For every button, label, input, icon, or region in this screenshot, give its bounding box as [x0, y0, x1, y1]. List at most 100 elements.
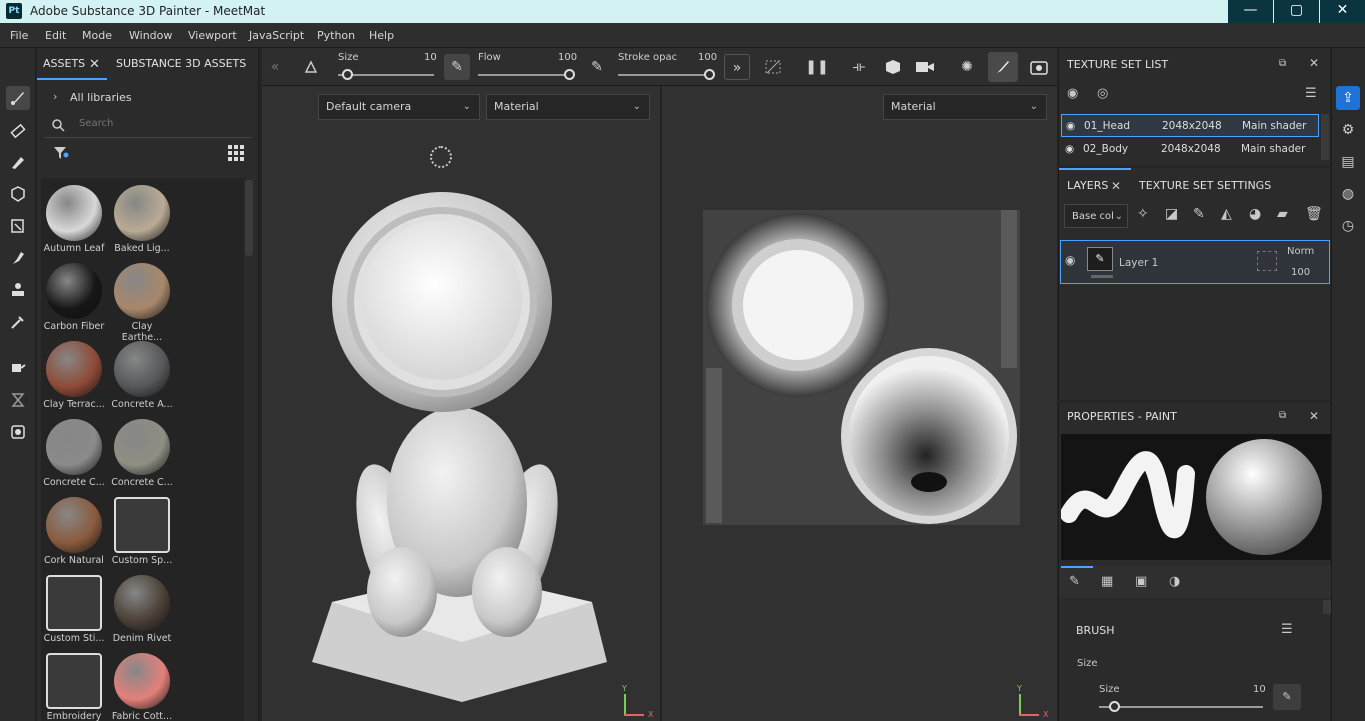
mask-slot[interactable]: [1257, 251, 1277, 271]
undock-icon[interactable]: ⧉: [1279, 410, 1286, 421]
menu-file[interactable]: File: [10, 29, 28, 42]
asset-item[interactable]: Carbon Fiber: [43, 263, 105, 332]
close-icon[interactable]: ✕: [1111, 179, 1121, 193]
color-picker-icon[interactable]: [6, 310, 30, 334]
eye-icon[interactable]: ◉: [1066, 115, 1075, 138]
paint-brush-icon[interactable]: [6, 86, 30, 110]
flow-value[interactable]: 100: [558, 52, 577, 63]
document-icon[interactable]: ▤: [1336, 150, 1360, 174]
menu-icon[interactable]: ☰: [1305, 86, 1317, 101]
menu-javascript[interactable]: JavaScript: [249, 29, 304, 42]
blend-mode[interactable]: Norm: [1287, 246, 1314, 257]
add-mask-icon[interactable]: ◕: [1249, 206, 1261, 222]
texture-set-row[interactable]: ◉ 02_Body 2048x2048 Main shader: [1061, 138, 1319, 161]
clone-icon[interactable]: [6, 278, 30, 302]
pause-icon[interactable]: ❚❚: [804, 54, 830, 80]
material-mode-dropdown-3d[interactable]: Material ⌄: [486, 94, 650, 120]
tab-stencil-icon[interactable]: ▣: [1135, 574, 1147, 589]
stroke-opacity-slider[interactable]: [618, 74, 710, 76]
asset-item[interactable]: Cork Natural: [43, 497, 105, 566]
polygon-fill-icon[interactable]: [6, 214, 30, 238]
menu-python[interactable]: Python: [317, 29, 355, 42]
close-window-button[interactable]: ✕: [1320, 0, 1365, 23]
expand-toolbar-icon[interactable]: »: [724, 54, 750, 80]
asset-item[interactable]: Baked Lig...: [111, 185, 173, 254]
eye-icon[interactable]: ◎: [1097, 86, 1108, 101]
geometry-mask-icon[interactable]: [6, 182, 30, 206]
viewport-3d[interactable]: Default camera ⌄ Material ⌄ Y X: [262, 86, 660, 721]
menu-edit[interactable]: Edit: [45, 29, 66, 42]
eye-icon[interactable]: ◉: [1065, 253, 1075, 267]
viewport-2d[interactable]: Material ⌄ Y X: [662, 86, 1057, 721]
settings-icon[interactable]: ⚙: [1336, 118, 1360, 142]
asset-item[interactable]: Custom Sti...: [43, 575, 105, 644]
eye-icon[interactable]: ◉: [1065, 138, 1074, 161]
search-field[interactable]: [45, 114, 251, 138]
scrollbar[interactable]: [1323, 600, 1331, 614]
eraser-icon[interactable]: [6, 118, 30, 142]
layer-icon[interactable]: [6, 420, 30, 444]
tab-material-icon[interactable]: ◑: [1169, 574, 1180, 589]
flow-slider[interactable]: [478, 74, 570, 76]
menu-viewport[interactable]: Viewport: [188, 29, 237, 42]
menu-mode[interactable]: Mode: [82, 29, 112, 42]
minimize-button[interactable]: —: [1228, 0, 1273, 23]
asset-item[interactable]: Clay Terrac...: [43, 341, 105, 410]
tab-alpha-icon[interactable]: ▦: [1101, 574, 1113, 589]
layer-opacity[interactable]: 100: [1291, 267, 1310, 278]
size-value[interactable]: 10: [424, 52, 437, 63]
projection-icon[interactable]: [6, 150, 30, 174]
screenshot-icon[interactable]: [1026, 54, 1052, 80]
close-icon[interactable]: ✕: [1309, 56, 1319, 70]
material-picker-icon[interactable]: [6, 356, 30, 380]
filter-icon[interactable]: [53, 145, 69, 161]
tab-texture-set-settings[interactable]: TEXTURE SET SETTINGS: [1131, 171, 1271, 201]
brush-section-title[interactable]: BRUSH: [1076, 624, 1115, 637]
layer-thumbnail-brush-icon[interactable]: ✎: [1087, 247, 1113, 271]
texture-set-shader[interactable]: Main shader: [1242, 115, 1306, 138]
stroke-opacity-value[interactable]: 100: [698, 52, 717, 63]
brush-size-slider-handle[interactable]: [1109, 701, 1121, 712]
flow-pressure-icon[interactable]: ✎: [584, 54, 610, 80]
tab-substance-assets[interactable]: SUBSTANCE 3D ASSETS: [116, 48, 246, 80]
visibility-toggle-icon[interactable]: ◉: [1067, 86, 1078, 101]
size-value[interactable]: 10: [1253, 684, 1266, 695]
asset-item[interactable]: Fabric Cott...: [111, 653, 173, 721]
history-icon[interactable]: ◷: [1336, 214, 1360, 238]
bake-icon[interactable]: [6, 388, 30, 412]
size-slider-handle[interactable]: [341, 69, 353, 80]
painting-mode-icon[interactable]: [988, 52, 1018, 82]
add-smart-material-icon[interactable]: ◪: [1165, 206, 1178, 222]
asset-item[interactable]: Custom Sp...: [111, 497, 173, 566]
asset-item[interactable]: Denim Rivet: [111, 575, 173, 644]
asset-item[interactable]: Concrete A...: [111, 341, 173, 410]
menu-window[interactable]: Window: [129, 29, 172, 42]
pen-pressure-icon[interactable]: ✎: [1273, 684, 1301, 710]
preset-menu-icon[interactable]: ☰: [1281, 622, 1293, 637]
add-paint-layer-icon[interactable]: ✎: [1193, 206, 1205, 222]
flow-slider-handle[interactable]: [564, 69, 575, 80]
asset-item[interactable]: Embroidery: [43, 653, 105, 721]
symmetry-icon[interactable]: ⟛: [846, 54, 872, 80]
add-fill-layer-icon[interactable]: ◭: [1221, 206, 1232, 222]
grid-view-icon[interactable]: [227, 144, 245, 162]
asset-item[interactable]: Autumn Leaf: [43, 185, 105, 254]
hide-ui-icon[interactable]: [760, 54, 786, 80]
scrollbar[interactable]: [1321, 114, 1329, 160]
tab-assets[interactable]: ASSETS: [43, 48, 85, 80]
display-mode-icon[interactable]: [880, 54, 906, 80]
breadcrumb[interactable]: All libraries: [70, 91, 132, 104]
chevron-right-icon[interactable]: ›: [53, 90, 57, 103]
camera-dropdown[interactable]: Default camera ⌄: [318, 94, 480, 120]
close-icon[interactable]: ✕: [1309, 409, 1319, 423]
stroke-opacity-slider-handle[interactable]: [704, 69, 715, 80]
brush-size-slider[interactable]: [1099, 706, 1263, 708]
brush-preset-icon[interactable]: [298, 54, 324, 80]
asset-item[interactable]: Concrete C...: [43, 419, 105, 488]
export-icon[interactable]: ⇪: [1336, 86, 1360, 110]
texture-set-shader[interactable]: Main shader: [1241, 138, 1305, 161]
delete-layer-icon[interactable]: 🗑: [1305, 206, 1323, 222]
layer-row[interactable]: ◉ ✎ Layer 1 Norm 100: [1060, 240, 1330, 284]
search-input[interactable]: [79, 118, 239, 129]
close-icon[interactable]: ✕: [89, 57, 100, 72]
